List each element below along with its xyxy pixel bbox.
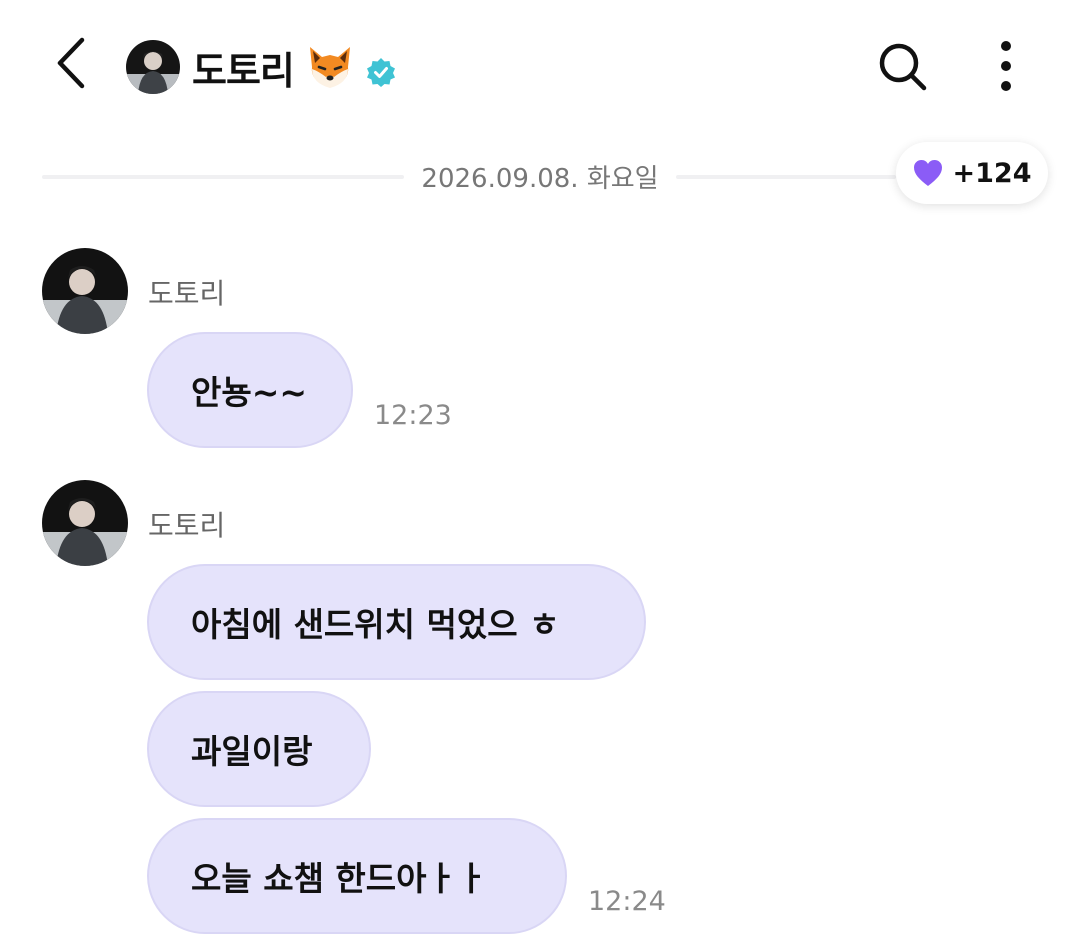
date-divider: 2026.09.08. 화요일 <box>421 164 659 194</box>
sender-name: 도토리 <box>148 509 226 542</box>
chat-title: 도토리 <box>192 36 396 98</box>
message-time: 12:24 <box>588 886 666 917</box>
sender-name: 도토리 <box>148 277 226 310</box>
verified-badge-icon <box>366 52 396 87</box>
back-button[interactable] <box>44 32 100 94</box>
sender-avatar[interactable] <box>42 480 128 566</box>
search-button[interactable] <box>872 36 932 96</box>
message-bubble[interactable]: 아침에 샌드위치 먹었으 ㅎ <box>147 564 646 680</box>
chat-title-text: 도토리 <box>192 48 295 93</box>
message-time: 12:23 <box>374 400 452 431</box>
more-vertical-icon <box>1001 41 1011 91</box>
purple-heart-icon <box>913 160 942 186</box>
avatar-image <box>42 480 128 566</box>
date-divider-line-right <box>676 175 896 179</box>
message-bubble[interactable]: 오늘 쇼챔 한드아ㅏㅏ <box>147 818 567 934</box>
header-avatar[interactable] <box>126 40 180 94</box>
sender-avatar[interactable] <box>42 248 128 334</box>
message-bubble[interactable]: 과일이랑 <box>147 691 371 807</box>
date-divider-line-left <box>42 175 404 179</box>
fox-emoji-icon <box>304 41 356 93</box>
message-bubble[interactable]: 안뇽~~ <box>147 332 353 448</box>
reaction-badge[interactable]: +124 <box>896 142 1048 204</box>
more-options-button[interactable] <box>984 36 1028 96</box>
search-icon <box>879 43 927 91</box>
reaction-count: +124 <box>952 157 1032 189</box>
avatar-image <box>126 40 180 94</box>
avatar-image <box>42 248 128 334</box>
chevron-left-icon <box>57 37 85 89</box>
